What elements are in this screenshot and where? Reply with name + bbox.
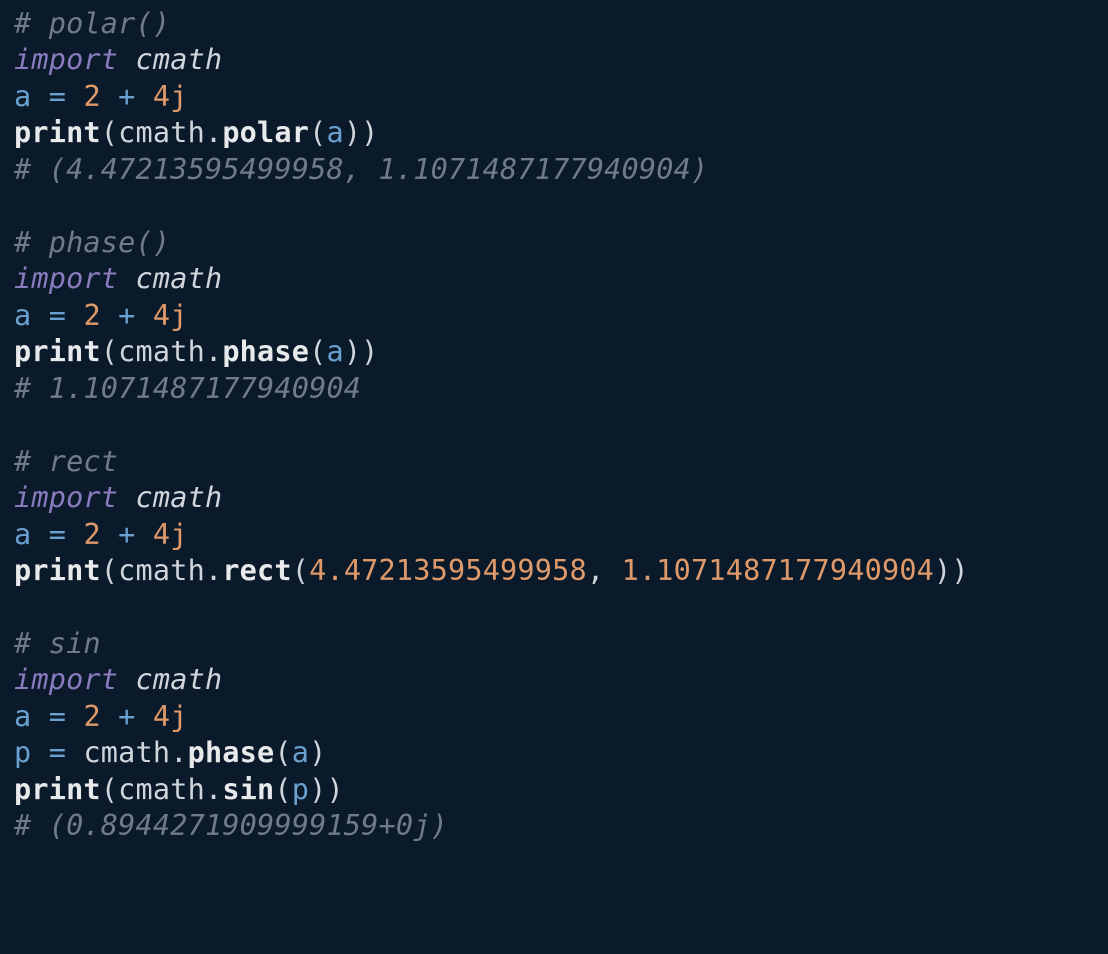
paren: (	[274, 773, 291, 806]
paren: (	[309, 116, 326, 149]
var-p: p	[14, 736, 31, 769]
num-4j: 4j	[153, 80, 188, 113]
fn-sin: sin	[222, 773, 274, 806]
comment-polar-out: # (4.47213595499958, 1.1071487177940904)	[14, 153, 708, 186]
var-a: a	[14, 518, 31, 551]
op-eq: =	[49, 700, 66, 733]
paren: )	[309, 736, 326, 769]
mod-ref: cmath	[118, 554, 205, 587]
dot: .	[205, 773, 222, 806]
paren: (	[292, 554, 309, 587]
paren: (	[101, 554, 118, 587]
op-eq: =	[49, 736, 66, 769]
num-4j: 4j	[153, 299, 188, 332]
num-2: 2	[83, 80, 100, 113]
mod-ref: cmath	[118, 773, 205, 806]
comment-phase: # phase()	[14, 226, 170, 259]
module-cmath: cmath	[136, 262, 223, 295]
op-eq: =	[49, 518, 66, 551]
paren: (	[101, 116, 118, 149]
num-2: 2	[83, 299, 100, 332]
paren: ))	[344, 335, 379, 368]
mod-ref: cmath	[118, 116, 205, 149]
op-eq: =	[49, 80, 66, 113]
keyword-import: import	[14, 262, 118, 295]
comment-sin-out: # (0.8944271909999159+0j)	[14, 809, 448, 842]
num-4j: 4j	[153, 700, 188, 733]
module-cmath: cmath	[136, 43, 223, 76]
num-4j: 4j	[153, 518, 188, 551]
comment-sin: # sin	[14, 627, 101, 660]
arg-a: a	[326, 335, 343, 368]
comma: ,	[587, 554, 622, 587]
code-block: # polar() import cmath a = 2 + 4j print(…	[0, 0, 1108, 851]
arg2: 1.1071487177940904	[622, 554, 934, 587]
comment-phase-out: # 1.1071487177940904	[14, 372, 361, 405]
var-a: a	[14, 700, 31, 733]
keyword-import: import	[14, 663, 118, 696]
dot: .	[205, 554, 222, 587]
keyword-import: import	[14, 43, 118, 76]
fn-print: print	[14, 335, 101, 368]
fn-phase: phase	[188, 736, 275, 769]
module-cmath: cmath	[136, 663, 223, 696]
paren: (	[101, 335, 118, 368]
comment-polar: # polar()	[14, 7, 170, 40]
fn-polar: polar	[222, 116, 309, 149]
arg1: 4.47213595499958	[309, 554, 587, 587]
dot: .	[205, 335, 222, 368]
op-eq: =	[49, 299, 66, 332]
fn-rect: rect	[222, 554, 291, 587]
arg-a: a	[326, 116, 343, 149]
num-2: 2	[83, 518, 100, 551]
fn-print: print	[14, 554, 101, 587]
comment-rect: # rect	[14, 445, 118, 478]
var-a: a	[14, 80, 31, 113]
op-plus: +	[118, 299, 135, 332]
paren: (	[274, 736, 291, 769]
var-a: a	[14, 299, 31, 332]
paren: ))	[344, 116, 379, 149]
dot: .	[205, 116, 222, 149]
keyword-import: import	[14, 481, 118, 514]
dot: .	[170, 736, 187, 769]
fn-print: print	[14, 116, 101, 149]
paren: ))	[934, 554, 969, 587]
module-cmath: cmath	[136, 481, 223, 514]
op-plus: +	[118, 700, 135, 733]
fn-phase: phase	[222, 335, 309, 368]
fn-print: print	[14, 773, 101, 806]
paren: ))	[309, 773, 344, 806]
arg-p: p	[292, 773, 309, 806]
num-2: 2	[83, 700, 100, 733]
mod-ref: cmath	[83, 736, 170, 769]
op-plus: +	[118, 518, 135, 551]
paren: (	[309, 335, 326, 368]
mod-ref: cmath	[118, 335, 205, 368]
arg-a: a	[292, 736, 309, 769]
paren: (	[101, 773, 118, 806]
op-plus: +	[118, 80, 135, 113]
